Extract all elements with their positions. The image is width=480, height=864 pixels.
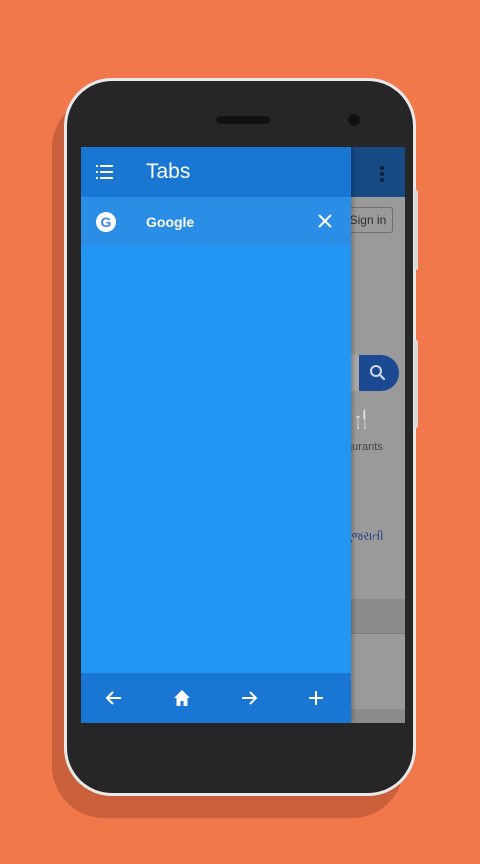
tab-item[interactable]: G Google — [81, 197, 351, 246]
search-button — [359, 355, 399, 391]
more-options-icon — [380, 178, 384, 182]
tab-title: Google — [146, 214, 195, 230]
search-icon — [370, 365, 386, 381]
more-options-icon — [380, 172, 384, 176]
list-icon[interactable] — [95, 162, 115, 182]
earpiece-speaker — [216, 116, 270, 124]
close-icon[interactable] — [317, 213, 333, 229]
front-camera — [348, 114, 360, 126]
forward-arrow-icon[interactable] — [239, 688, 259, 708]
phone-body: Sign in 🍴 taurants ગુજરાતી Tabs G Google — [67, 81, 413, 793]
power-button — [414, 340, 418, 428]
home-icon[interactable] — [172, 688, 192, 708]
phone-frame: Sign in 🍴 taurants ગુજરાતી Tabs G Google — [64, 78, 418, 796]
volume-button — [414, 190, 418, 270]
drawer-footer — [81, 673, 351, 723]
google-favicon-icon: G — [96, 212, 116, 232]
more-options-icon — [380, 166, 384, 170]
drawer-header: Tabs — [81, 147, 351, 197]
restaurant-icon: 🍴 — [350, 409, 373, 429]
drawer-title: Tabs — [146, 160, 191, 183]
plus-icon[interactable] — [306, 688, 326, 708]
tabs-drawer: Tabs G Google — [81, 147, 351, 723]
screen: Sign in 🍴 taurants ગુજરાતી Tabs G Google — [81, 147, 405, 723]
back-arrow-icon[interactable] — [104, 688, 124, 708]
